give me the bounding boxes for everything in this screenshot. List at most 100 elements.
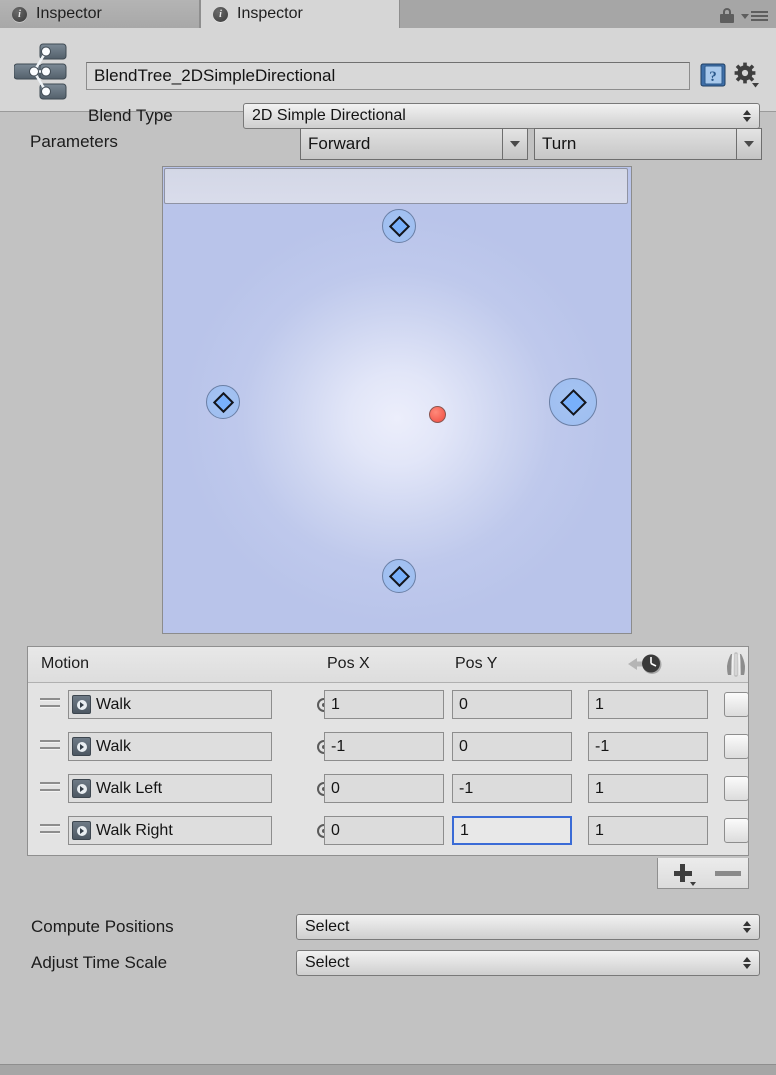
- clock-icon: [628, 654, 662, 674]
- column-header-motion: Motion: [41, 655, 90, 672]
- animation-clip-icon: [72, 821, 91, 840]
- chevron-updown-icon: [743, 921, 751, 933]
- info-icon: i: [213, 6, 228, 22]
- row-drag-handle[interactable]: [40, 782, 60, 796]
- asset-name-value: BlendTree_2DSimpleDirectional: [94, 66, 336, 85]
- pos-x-value: 0: [331, 821, 340, 839]
- chevron-down-icon[interactable]: [736, 128, 762, 160]
- tab-inspector-2[interactable]: i Inspector: [200, 0, 400, 28]
- adjust-time-scale-label: Adjust Time Scale: [31, 953, 168, 972]
- graph-toolbar[interactable]: [164, 168, 628, 204]
- info-icon: i: [12, 6, 27, 22]
- motion-object-field[interactable]: Walk Left: [68, 774, 272, 803]
- remove-motion-button[interactable]: [714, 870, 741, 876]
- hamburger-menu-icon[interactable]: [741, 11, 768, 21]
- time-scale-input[interactable]: 1: [588, 690, 708, 719]
- parameters-label: Parameters: [30, 132, 118, 151]
- adjust-time-scale-dropdown[interactable]: Select: [296, 950, 760, 976]
- column-header-pos-y: Pos Y: [455, 655, 498, 672]
- pos-y-value: 0: [459, 737, 468, 755]
- diamond-icon: [388, 215, 410, 237]
- time-scale-value: 1: [595, 695, 604, 713]
- blend-type-value: 2D Simple Directional: [252, 107, 406, 124]
- table-row: Walk Right 0 1 1: [28, 809, 749, 851]
- add-motion-button[interactable]: [666, 861, 700, 886]
- tab-inspector-1[interactable]: i Inspector: [0, 0, 200, 28]
- blend-tree-graph[interactable]: [162, 166, 632, 634]
- pos-x-value: 1: [331, 695, 340, 713]
- tab-label: Inspector: [36, 5, 102, 22]
- compute-positions-value: Select: [305, 918, 350, 935]
- tab-bar-controls: [720, 8, 776, 28]
- motion-node-marker[interactable]: [382, 559, 416, 593]
- compute-positions-dropdown[interactable]: Select: [296, 914, 760, 940]
- motion-node-marker[interactable]: [382, 209, 416, 243]
- row-drag-handle[interactable]: [40, 824, 60, 838]
- pos-x-input[interactable]: 0: [324, 774, 444, 803]
- diamond-icon: [559, 388, 587, 416]
- asset-header: BlendTree_2DSimpleDirectional ? Blend Ty…: [0, 28, 776, 129]
- parameter-y-value: Turn: [534, 128, 736, 160]
- parameter-x-value: Forward: [300, 128, 502, 160]
- motion-node-marker[interactable]: [206, 385, 240, 419]
- help-book-icon[interactable]: ?: [700, 62, 726, 88]
- parameter-x-dropdown[interactable]: Forward: [300, 128, 528, 160]
- table-row: Walk -1 0 -1: [28, 725, 749, 767]
- time-scale-value: 1: [595, 821, 604, 839]
- pos-x-input[interactable]: 0: [324, 816, 444, 845]
- diamond-icon: [212, 391, 234, 413]
- parameter-y-dropdown[interactable]: Turn: [534, 128, 762, 160]
- motion-name: Walk Right: [96, 821, 173, 839]
- pos-y-input[interactable]: -1: [452, 774, 572, 803]
- pos-y-input[interactable]: 1: [452, 816, 572, 845]
- row-drag-handle[interactable]: [40, 698, 60, 712]
- svg-text:?: ?: [709, 69, 717, 85]
- time-scale-input[interactable]: 1: [588, 816, 708, 845]
- animation-clip-icon: [72, 737, 91, 756]
- pos-y-value: -1: [459, 779, 474, 797]
- lock-icon[interactable]: [720, 8, 734, 24]
- motion-table-header: Motion Pos X Pos Y: [28, 647, 748, 683]
- adjust-time-scale-value: Select: [305, 954, 350, 971]
- table-row: Walk 1 0 1: [28, 683, 749, 725]
- tab-label: Inspector: [237, 5, 303, 22]
- motion-object-field[interactable]: Walk: [68, 690, 272, 719]
- column-header-pos-x: Pos X: [327, 655, 370, 672]
- time-scale-input[interactable]: -1: [588, 732, 708, 761]
- motion-node-marker[interactable]: [549, 378, 597, 426]
- time-scale-value: 1: [595, 779, 604, 797]
- time-scale-input[interactable]: 1: [588, 774, 708, 803]
- gear-icon[interactable]: [734, 62, 760, 88]
- mirror-checkbox[interactable]: [724, 818, 749, 843]
- table-row: Walk Left 0 -1 1: [28, 767, 749, 809]
- pos-y-input[interactable]: 0: [452, 732, 572, 761]
- time-scale-value: -1: [595, 737, 610, 755]
- motion-object-field[interactable]: Walk: [68, 732, 272, 761]
- mirror-checkbox[interactable]: [724, 734, 749, 759]
- pos-x-input[interactable]: 1: [324, 690, 444, 719]
- compute-positions-label: Compute Positions: [31, 917, 174, 936]
- window-bottom-strip: [0, 1064, 776, 1075]
- chevron-down-icon[interactable]: [502, 128, 528, 160]
- asset-name-input[interactable]: BlendTree_2DSimpleDirectional: [86, 62, 690, 90]
- animation-clip-icon: [72, 779, 91, 798]
- motion-name: Walk Left: [96, 779, 163, 797]
- chevron-updown-icon: [743, 957, 751, 969]
- pos-y-input[interactable]: 0: [452, 690, 572, 719]
- diamond-icon: [388, 565, 410, 587]
- motion-object-field[interactable]: Walk Right: [68, 816, 272, 845]
- blend-type-dropdown[interactable]: 2D Simple Directional: [243, 103, 760, 129]
- pos-x-input[interactable]: -1: [324, 732, 444, 761]
- pos-x-value: 0: [331, 779, 340, 797]
- mirror-checkbox[interactable]: [724, 692, 749, 717]
- pos-y-value: 1: [460, 821, 469, 839]
- animation-clip-icon: [72, 695, 91, 714]
- pos-x-value: -1: [331, 737, 346, 755]
- blend-cursor[interactable]: [428, 405, 446, 423]
- pos-y-value: 0: [459, 695, 468, 713]
- mirror-checkbox[interactable]: [724, 776, 749, 801]
- row-drag-handle[interactable]: [40, 740, 60, 754]
- blend-tree-icon: [14, 43, 67, 100]
- motion-table: Motion Pos X Pos Y Walk 1 0 1 Walk -1 0 -1 Walk …: [27, 646, 749, 856]
- blend-type-label: Blend Type: [88, 106, 173, 125]
